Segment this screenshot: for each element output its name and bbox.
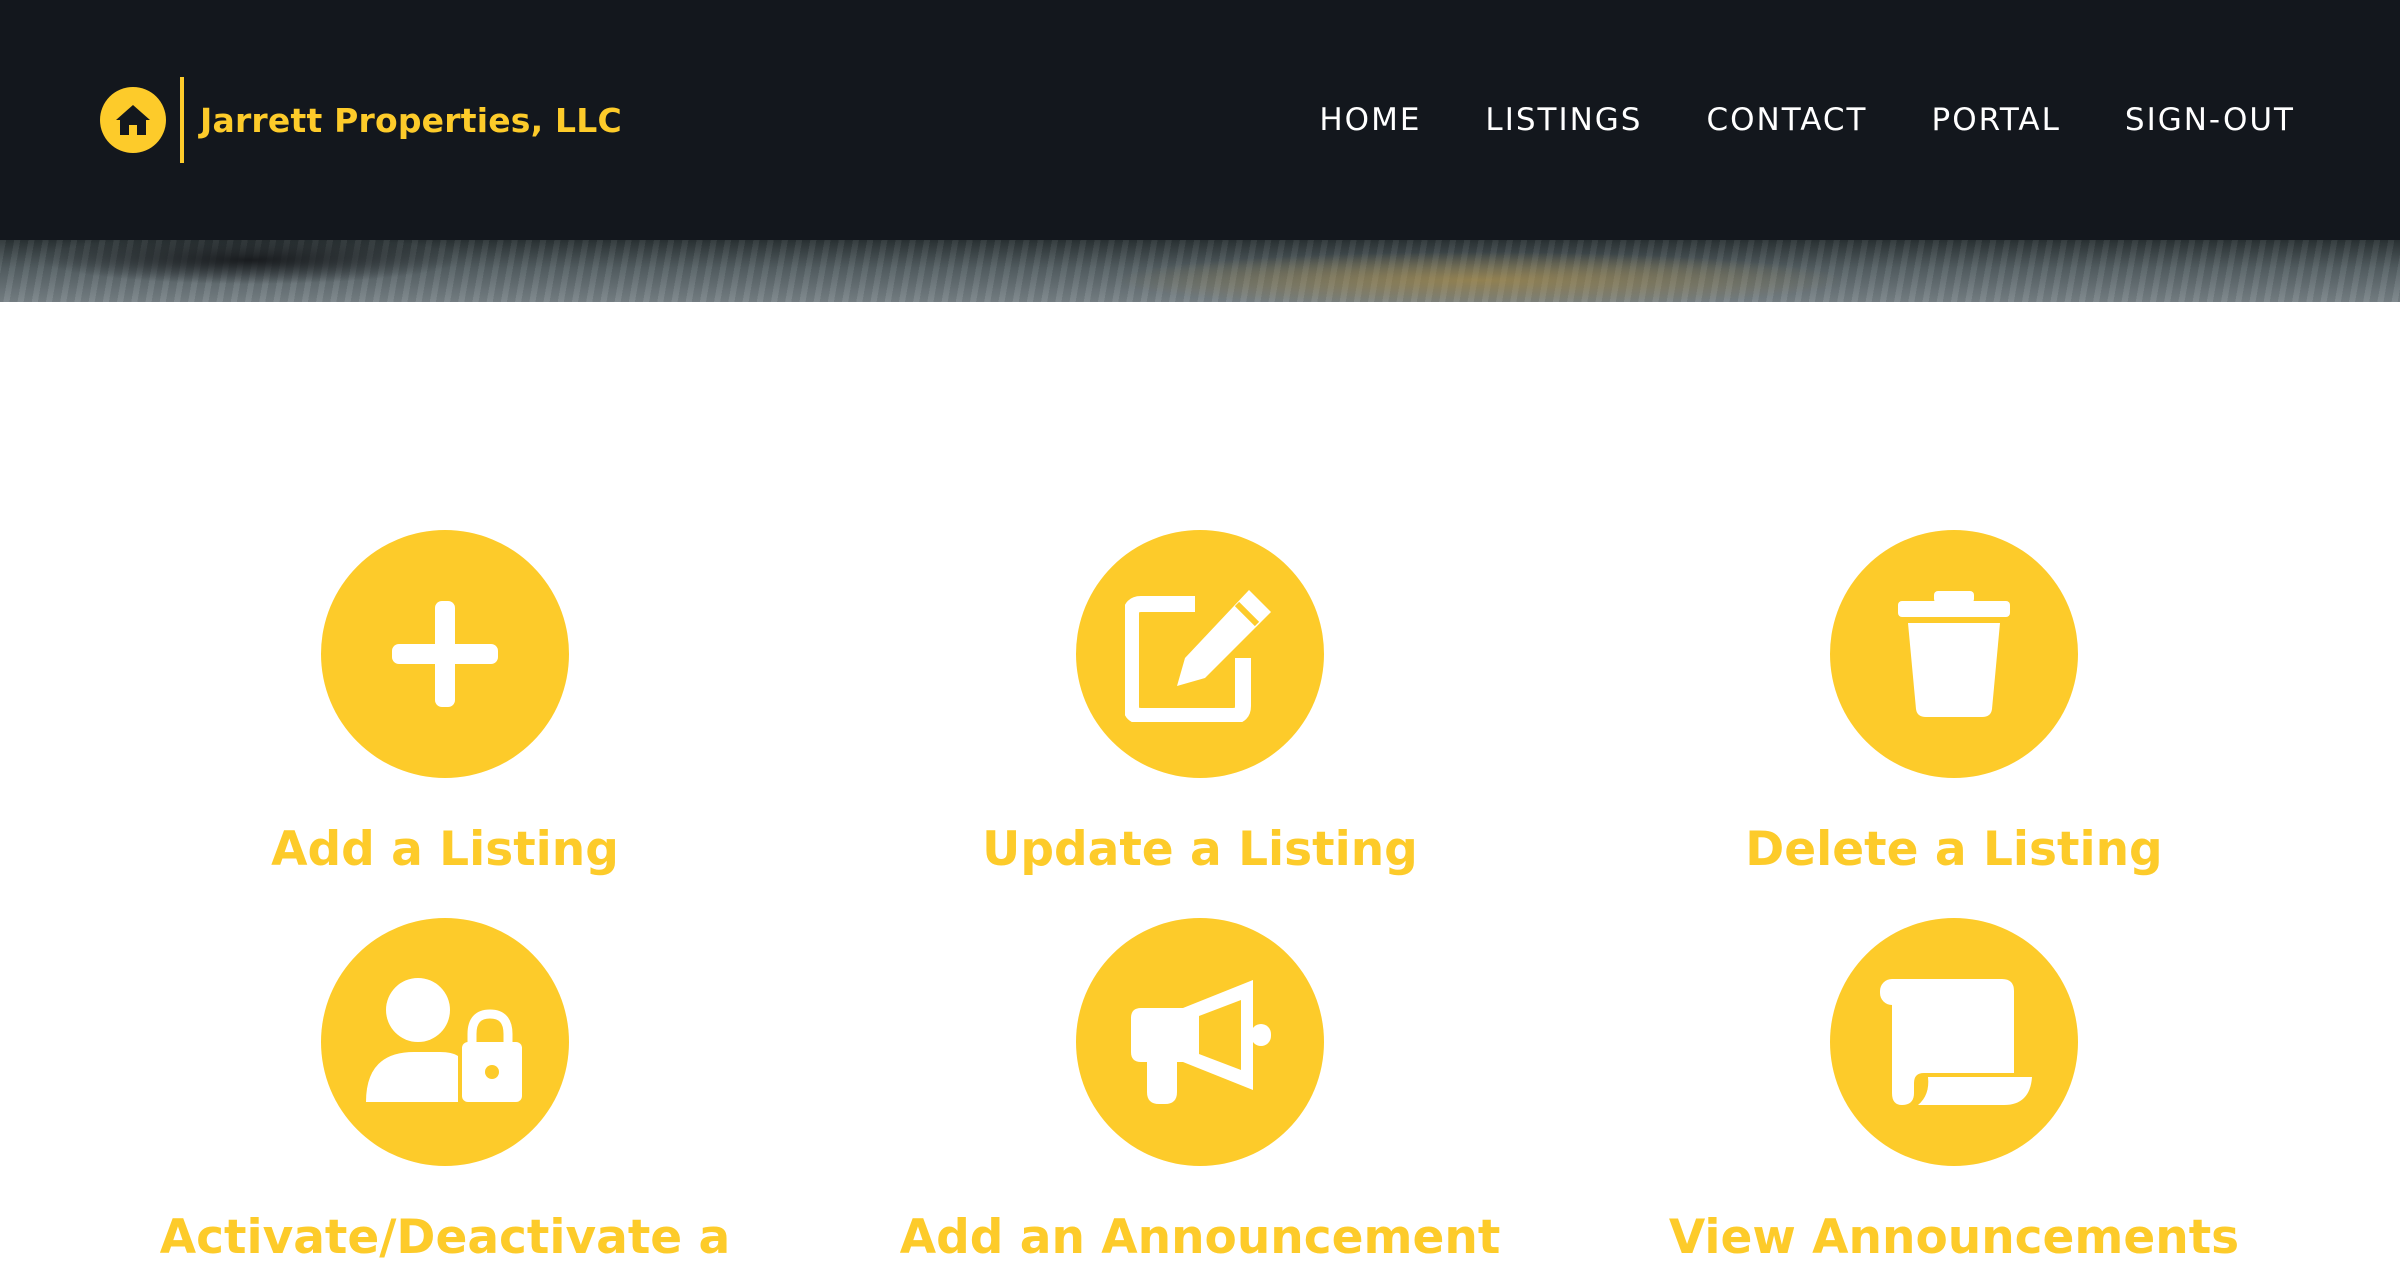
brand-divider <box>180 77 184 163</box>
activate-deactivate-tile[interactable]: Activate/Deactivate a <box>95 918 795 1265</box>
scroll-icon[interactable] <box>1830 918 2078 1166</box>
hero-image-strip <box>0 240 2400 302</box>
nav-contact[interactable]: CONTACT <box>1706 102 1867 138</box>
plus-icon[interactable] <box>321 530 569 778</box>
megaphone-icon[interactable] <box>1076 918 1324 1166</box>
nav-home[interactable]: HOME <box>1319 102 1421 138</box>
main-nav: HOME LISTINGS CONTACT PORTAL SIGN-OUT <box>1255 102 2295 138</box>
top-navbar: Jarrett Properties, LLC HOME LISTINGS CO… <box>0 0 2400 240</box>
trash-icon[interactable] <box>1830 530 2078 778</box>
activate-deactivate-label-placeholder[interactable]: View Announcements <box>1669 1210 2239 1265</box>
edit-icon[interactable] <box>1076 530 1324 778</box>
nav-listings[interactable]: LISTINGS <box>1485 102 1642 138</box>
add-announcement-tile[interactable]: Add an Announcement <box>850 918 1550 1265</box>
nav-portal[interactable]: PORTAL <box>1932 102 2061 138</box>
user-lock-icon[interactable] <box>321 918 569 1166</box>
nav-sign-out[interactable]: SIGN-OUT <box>2125 102 2295 138</box>
update-listing-label[interactable]: Update a Listing <box>982 822 1418 877</box>
add-listing-label[interactable]: Add a Listing <box>271 822 619 877</box>
delete-listing-tile[interactable]: Delete a Listing <box>1604 530 2304 877</box>
brand[interactable]: Jarrett Properties, LLC <box>100 77 622 163</box>
update-listing-tile[interactable]: Update a Listing <box>850 530 1550 877</box>
add-listing-tile[interactable]: Add a Listing <box>95 530 795 877</box>
home-icon <box>100 87 166 153</box>
view-announcements-tile[interactable]: View Announcements <box>1604 918 2304 1265</box>
brand-name: Jarrett Properties, LLC <box>200 100 622 140</box>
delete-listing-label[interactable]: Delete a Listing <box>1745 822 2162 877</box>
activate-deactivate-label[interactable]: Activate/Deactivate a <box>160 1210 731 1265</box>
admin-actions-grid: Add a Listing Update a Listing Delete a … <box>0 302 2400 1278</box>
add-announcement-label[interactable]: Add an Announcement <box>900 1210 1501 1265</box>
